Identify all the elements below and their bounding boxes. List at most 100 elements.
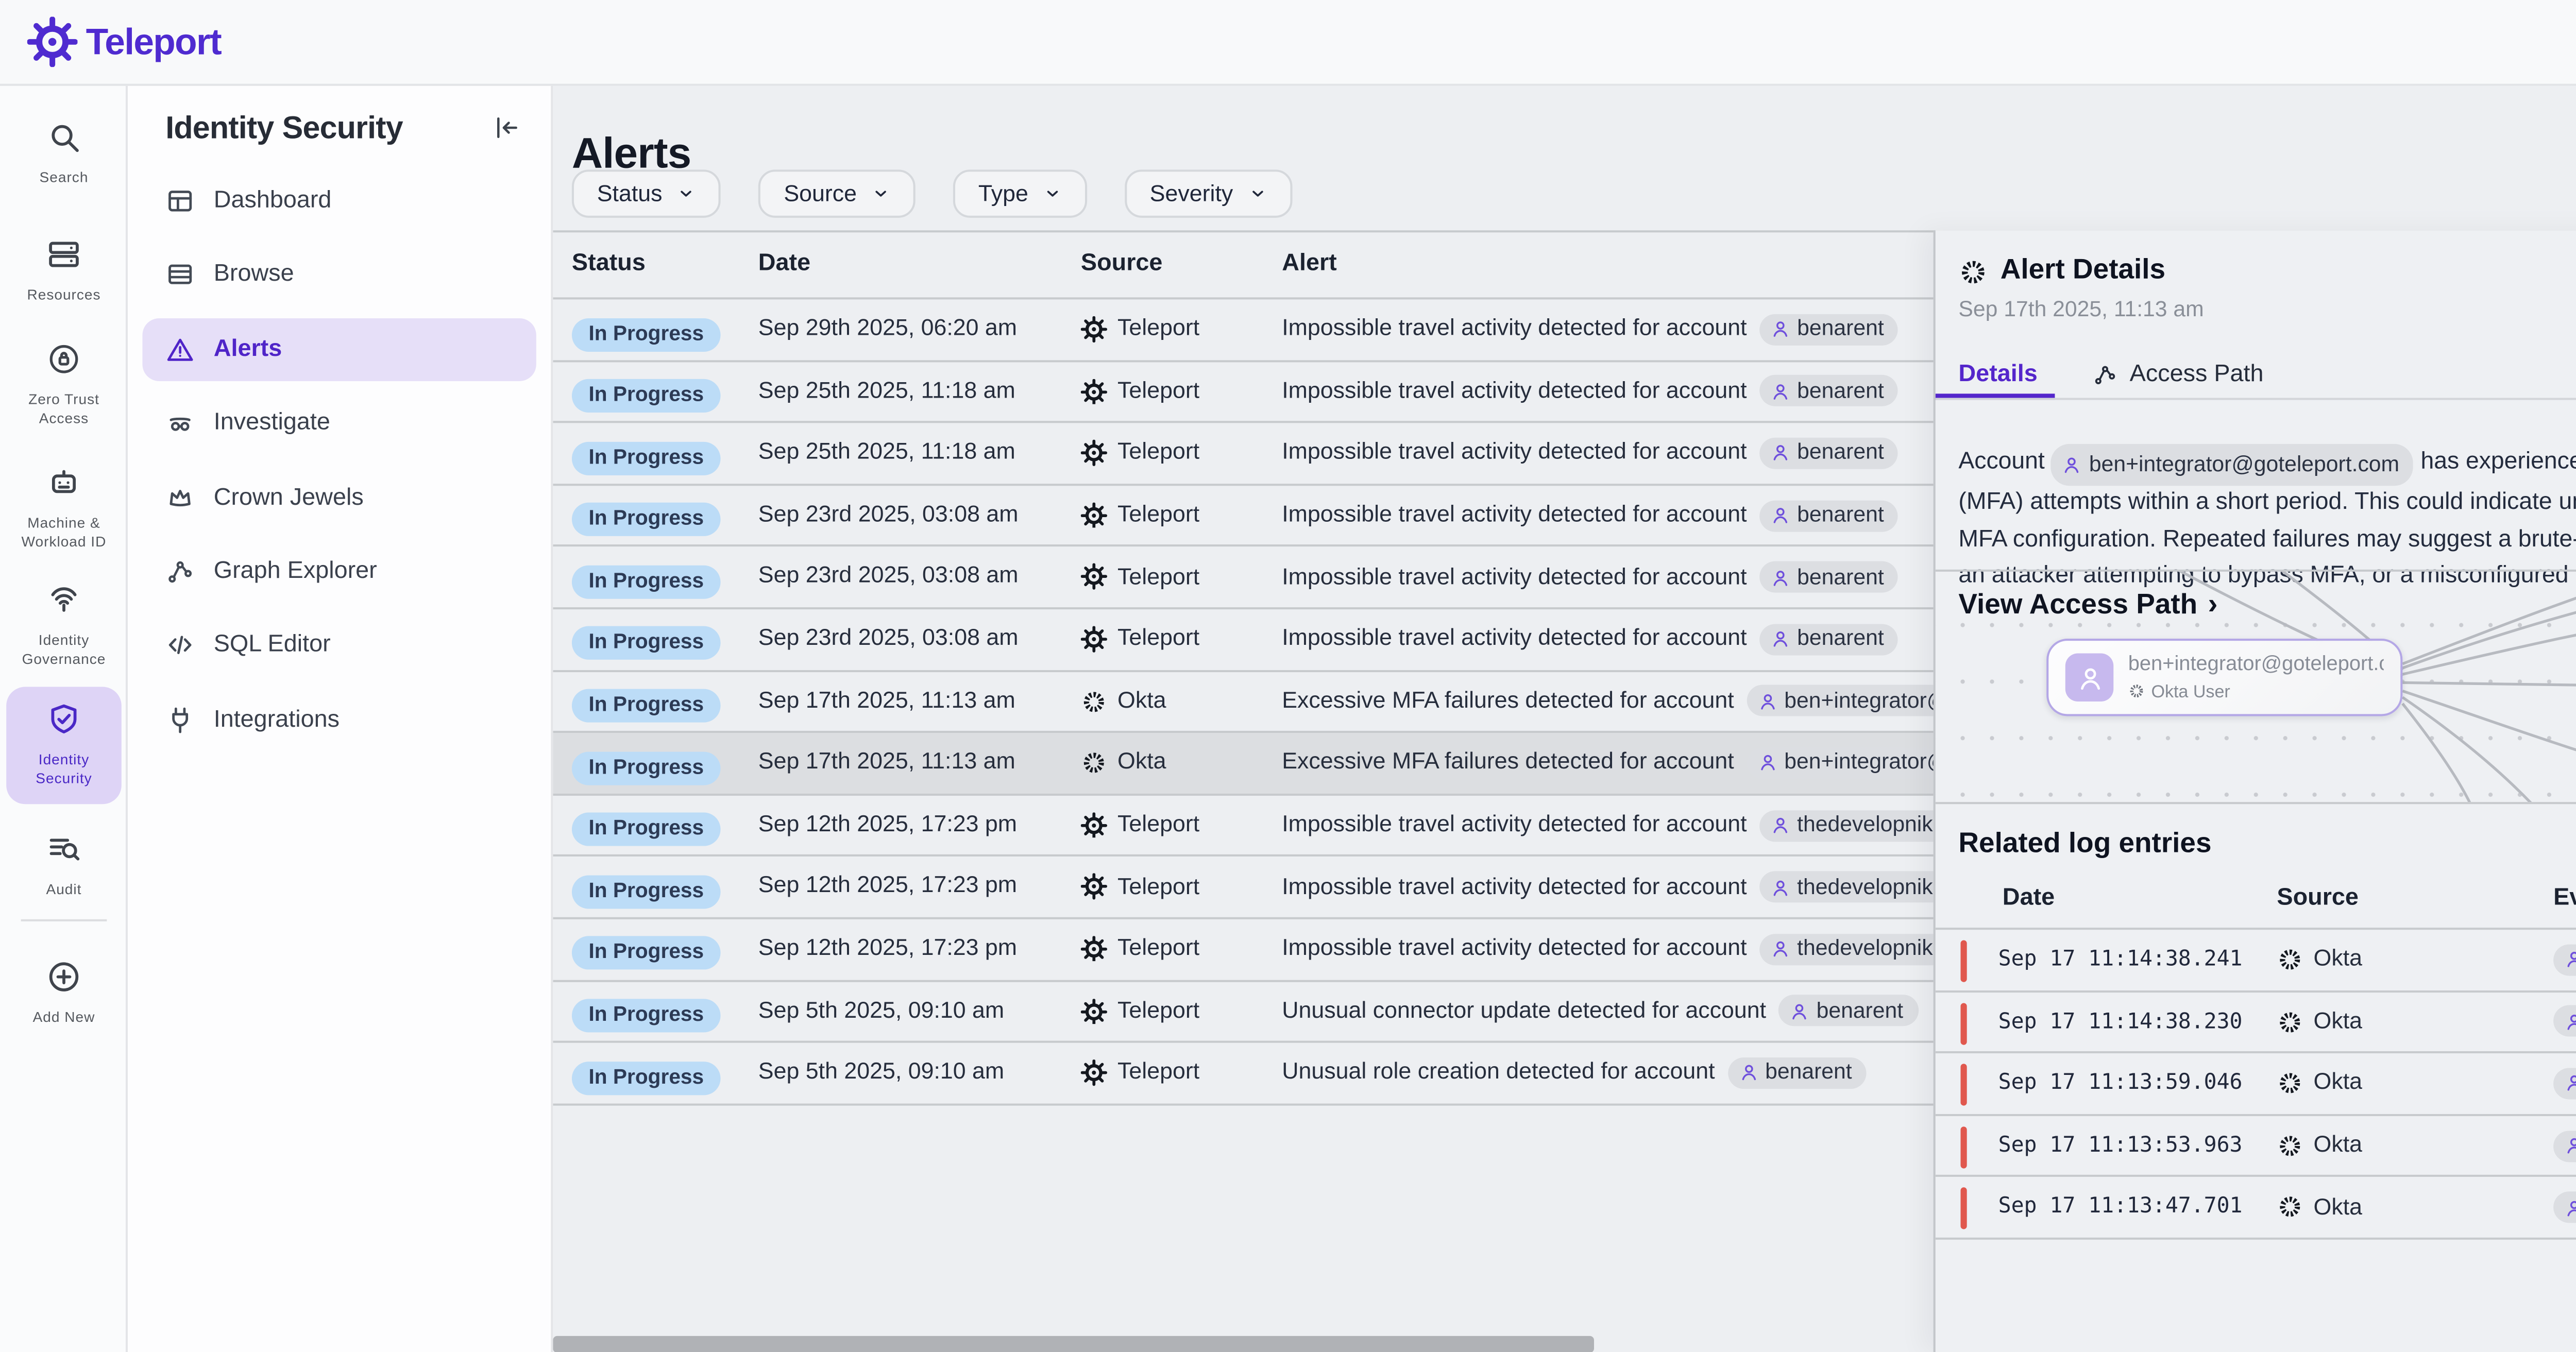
- log-source: Okta: [2277, 991, 2362, 1051]
- rail-divider: [21, 919, 107, 921]
- filter-source[interactable]: Source: [759, 169, 916, 218]
- rail-item-add-new[interactable]: Add New: [6, 959, 122, 1030]
- rail-item-zero-trust-access[interactable]: Zero Trust Access: [6, 341, 122, 432]
- person-icon: [2564, 1135, 2576, 1156]
- date-cell: Sep 12th 2025, 17:23 pm: [758, 919, 1017, 981]
- source-cell: Teleport: [1081, 547, 1199, 607]
- filter-severity[interactable]: Severity: [1125, 169, 1292, 218]
- account-chip[interactable]: benarent: [1759, 500, 1899, 531]
- rail-item-audit[interactable]: Audit: [6, 831, 122, 902]
- sidebar-item-alerts[interactable]: Alerts: [142, 318, 536, 381]
- account-chip[interactable]: benarent: [1759, 375, 1899, 407]
- fingerprint-icon: [46, 582, 81, 618]
- alert-triangle-icon: [165, 335, 195, 364]
- account-chip[interactable]: ben+integrator@goteleport.com: [2553, 1006, 2576, 1037]
- dashboard-icon: [165, 186, 195, 216]
- log-row[interactable]: Sep 17 11:13:47.701Oktaben+integrator@go…: [1936, 1177, 2576, 1239]
- account-chip[interactable]: ben+integrator@goteleport.com: [2052, 445, 2414, 486]
- sidebar-title: Identity Security: [165, 111, 403, 146]
- log-row[interactable]: Sep 17 11:13:53.963Oktaben+integrator@go…: [1936, 1116, 2576, 1177]
- log-event: ben+integrator@goteleport.comlogged into…: [2553, 1177, 2576, 1237]
- account-chip[interactable]: benarent: [1759, 438, 1899, 469]
- person-icon: [1770, 505, 1791, 526]
- account-chip[interactable]: benarent: [1759, 314, 1899, 345]
- tab-access-path[interactable]: Access Path: [2092, 362, 2263, 387]
- sidebar-item-graph-explorer[interactable]: Graph Explorer: [142, 540, 536, 603]
- sidebar-item-integrations[interactable]: Integrations: [142, 689, 536, 751]
- log-row[interactable]: Sep 17 11:13:59.046 Okta ben+integrator@go…: [1936, 1054, 2576, 1116]
- source-label: Teleport: [1117, 627, 1199, 652]
- log-date: Sep 17 11:13:59.046: [1998, 1054, 2243, 1116]
- collapse-sidebar-icon[interactable]: [492, 113, 521, 143]
- filter-bar: Status Source Type Severity: [572, 169, 1292, 218]
- account-name: benarent: [1797, 564, 1884, 590]
- horizontal-scrollbar[interactable]: [553, 1336, 1594, 1352]
- sidebar-item-dashboard[interactable]: Dashboard: [142, 169, 536, 232]
- filter-status[interactable]: Status: [572, 169, 721, 218]
- rail-item-resources[interactable]: Resources: [6, 236, 122, 307]
- graph-node-okta-user[interactable]: ben+integrator@goteleport.c... Okta User: [2046, 639, 2402, 716]
- status-cell: In Progress: [572, 994, 721, 1031]
- status-badge: In Progress: [572, 751, 721, 784]
- account-chip[interactable]: thedevelopnik: [1759, 810, 1947, 841]
- rail-item-identity-governance[interactable]: Identity Governance: [6, 582, 122, 672]
- teleport-gear-icon: [1081, 316, 1107, 343]
- logo-text: Teleport: [86, 20, 221, 64]
- tab-details[interactable]: Details: [1958, 362, 2037, 387]
- access-path-preview[interactable]: View Access Path ›: [1936, 570, 2576, 804]
- status-cell: In Progress: [572, 560, 721, 597]
- log-source: Okta: [2277, 1054, 2362, 1114]
- account-chip[interactable]: thedevelopnik: [1759, 871, 1947, 903]
- account-chip[interactable]: ben+integrator@goteleport.com: [2553, 1192, 2576, 1223]
- status-badge: In Progress: [572, 999, 721, 1032]
- view-access-path-link[interactable]: View Access Path ›: [1958, 588, 2217, 620]
- crown-icon: [165, 483, 195, 512]
- person-icon: [1770, 815, 1791, 836]
- filter-type[interactable]: Type: [953, 169, 1087, 218]
- sidebar-item-investigate[interactable]: Investigate: [142, 392, 536, 455]
- source-label: Teleport: [1117, 503, 1199, 528]
- okta-icon: [2277, 947, 2303, 973]
- date-cell: Sep 23rd 2025, 03:08 am: [758, 485, 1019, 547]
- status-badge: In Progress: [572, 627, 721, 661]
- status-badge: In Progress: [572, 317, 721, 351]
- account-chip[interactable]: ben+integrator@goteleport.com: [2553, 1068, 2576, 1099]
- column-header-alert: Alert: [1282, 232, 1337, 295]
- account-chip[interactable]: thedevelopnik: [1759, 933, 1947, 965]
- account-chip[interactable]: benarent: [1759, 561, 1899, 593]
- sidebar-item-crown-jewels[interactable]: Crown Jewels: [142, 466, 536, 529]
- source-label: Teleport: [1117, 1060, 1199, 1086]
- rail-item-identity-security[interactable]: Identity Security: [6, 687, 122, 804]
- sidebar-items: Dashboard Browse Alerts Investigate Crown Je…: [128, 169, 551, 762]
- teleport-gear-icon: [1081, 812, 1107, 838]
- severity-bar: [1960, 1126, 1967, 1168]
- account-chip[interactable]: benarent: [1727, 1057, 1867, 1089]
- account-chip[interactable]: ben+integrator@goteleport.com: [2553, 944, 2576, 976]
- sidebar-item-sql-editor[interactable]: SQL Editor: [142, 614, 536, 677]
- rail-item-machine-workload-id[interactable]: Machine & Workload ID: [6, 465, 122, 555]
- teleport-logo[interactable]: Teleport: [27, 17, 221, 67]
- person-icon: [1757, 752, 1778, 774]
- account-chip[interactable]: benarent: [1759, 624, 1899, 655]
- rail-item-search[interactable]: Search: [6, 119, 122, 191]
- spy-icon: [165, 409, 195, 438]
- source-cell: Teleport: [1081, 609, 1199, 669]
- alert-text: Impossible travel activity detected for …: [1282, 813, 1747, 838]
- account-chip[interactable]: benarent: [1778, 996, 1918, 1027]
- sidebar-item-label: Dashboard: [214, 189, 332, 214]
- status-badge: In Progress: [572, 441, 721, 475]
- person-icon: [1789, 1001, 1810, 1022]
- date-cell: Sep 25th 2025, 11:18 am: [758, 362, 1015, 423]
- app-window: Teleport B benarent SearchResourcesZero …: [0, 0, 2576, 1352]
- alert-text: Impossible travel activity detected for …: [1282, 441, 1747, 466]
- sidebar-item-browse[interactable]: Browse: [142, 244, 536, 306]
- source-cell: Teleport: [1081, 362, 1199, 421]
- alert-text: Impossible travel activity detected for …: [1282, 317, 1747, 342]
- person-icon: [1770, 629, 1791, 650]
- log-row[interactable]: Sep 17 11:14:38.230Oktaben+integrator@go…: [1936, 991, 2576, 1053]
- log-row[interactable]: Sep 17 11:14:38.241Oktaben+integrator@go…: [1936, 930, 2576, 991]
- code-icon: [165, 631, 195, 660]
- account-chip[interactable]: ben+integrator@goteleport.com: [2553, 1130, 2576, 1161]
- audit-icon: [46, 831, 81, 867]
- teleport-gear-icon: [1081, 378, 1107, 404]
